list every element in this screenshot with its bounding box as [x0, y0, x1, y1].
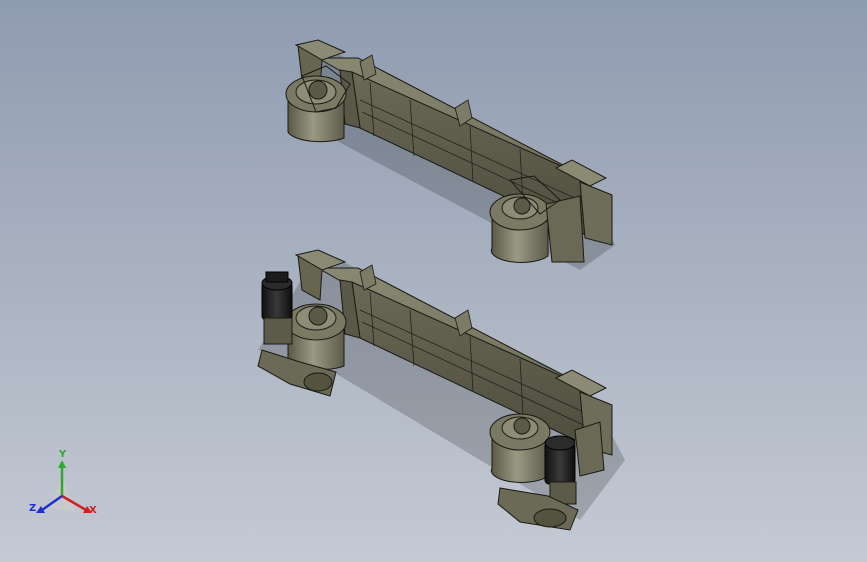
triad-y-label: Y — [59, 449, 67, 460]
graphics-viewport[interactable]: Y X Z — [0, 0, 867, 562]
wheel-lower-right[interactable] — [489, 413, 551, 483]
end-carriage-upper[interactable] — [285, 39, 615, 270]
triad-x-label: X — [89, 505, 97, 516]
cad-scene[interactable] — [0, 0, 867, 562]
view-orientation-triad[interactable] — [36, 460, 92, 513]
triad-z-label: Z — [29, 503, 37, 514]
end-carriage-lower[interactable] — [257, 249, 625, 531]
wheel-upper-left[interactable] — [285, 65, 351, 143]
wheel-lower-left[interactable] — [285, 303, 347, 371]
